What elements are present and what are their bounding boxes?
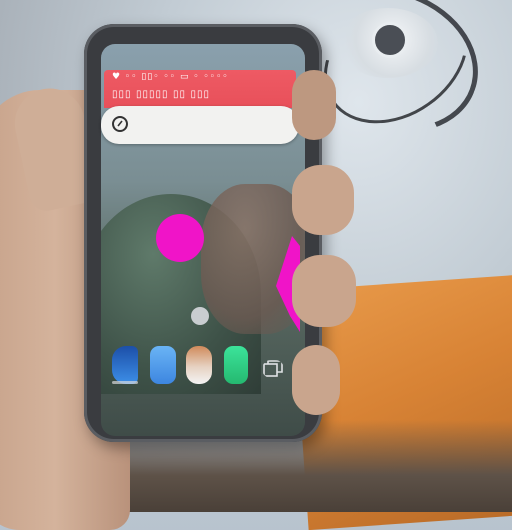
magenta-circle-marker	[156, 214, 204, 262]
finger	[292, 255, 356, 327]
finger	[292, 345, 340, 415]
search-bar[interactable]	[101, 106, 299, 144]
dock-label-bar	[112, 381, 138, 384]
status-icons: ♥ ◦◦ ▯▯◦ ◦◦ ▭ ◦ ◦◦◦◦	[112, 72, 229, 82]
search-icon[interactable]	[110, 114, 130, 134]
contacts-app-icon[interactable]	[186, 346, 212, 384]
phone-app-icon[interactable]	[112, 346, 138, 384]
recent-apps-icon[interactable]	[262, 360, 284, 378]
messages-app-icon[interactable]	[150, 346, 176, 384]
notification-text: ▯▯▯ ▯▯▯▯▯ ▯▯ ▯▯▯	[112, 89, 210, 100]
page-indicator-dot[interactable]	[191, 307, 209, 325]
green-app-icon[interactable]	[224, 346, 248, 384]
finger	[292, 70, 336, 140]
finger	[292, 165, 354, 235]
